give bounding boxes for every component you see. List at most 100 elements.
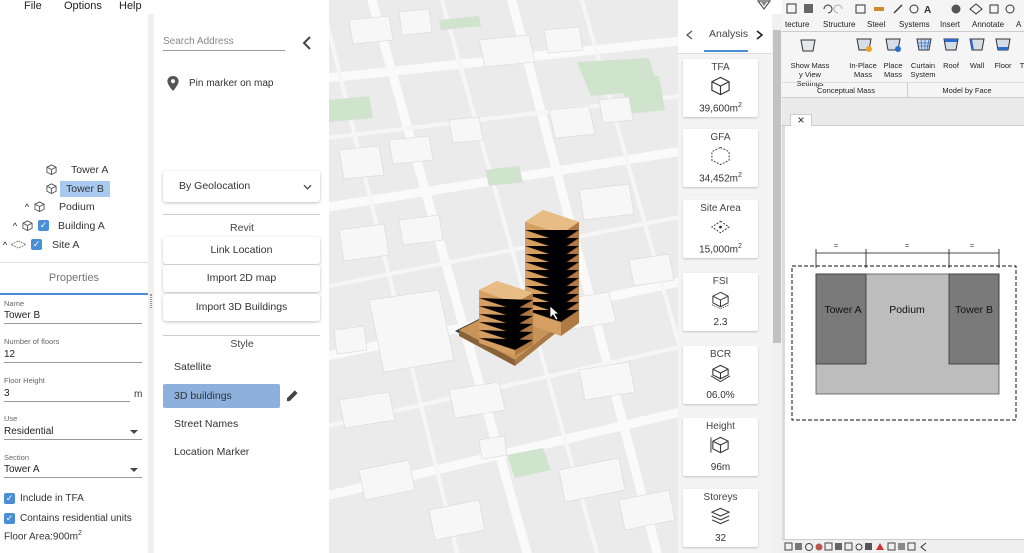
place-mass-button[interactable]: Place Mass bbox=[882, 61, 904, 79]
chevron-down-icon bbox=[130, 430, 138, 434]
revit-view-control-bar bbox=[782, 539, 1024, 553]
menu-file[interactable]: File bbox=[24, 0, 42, 12]
metric-title: TFA bbox=[711, 62, 730, 73]
pencil-icon[interactable] bbox=[286, 389, 299, 402]
wall-button[interactable]: Wall bbox=[965, 61, 989, 70]
menu-help[interactable]: Help bbox=[119, 0, 142, 12]
visibility-checkbox[interactable]: ✓ bbox=[38, 220, 49, 231]
map-canvas[interactable] bbox=[329, 0, 678, 553]
chevron-up-icon[interactable]: ^ bbox=[0, 240, 10, 250]
contains-res-row[interactable]: ✓ Contains residential units bbox=[4, 513, 132, 524]
map-3d-view[interactable] bbox=[329, 0, 678, 553]
tree-item-tower-a[interactable]: Tower A bbox=[46, 161, 108, 178]
analysis-scroll-thumb[interactable] bbox=[773, 30, 781, 343]
quick-access-toolbar-right[interactable] bbox=[950, 3, 1022, 15]
metric-title: GFA bbox=[710, 132, 731, 143]
tree-item-building-a[interactable]: ^ ✓ Building A bbox=[10, 217, 105, 234]
view-cube-icon[interactable] bbox=[757, 0, 771, 10]
visibility-checkbox[interactable]: ✓ bbox=[31, 239, 42, 250]
tab-annotate[interactable]: Annotate bbox=[972, 20, 1004, 29]
contains-res-checkbox[interactable]: ✓ bbox=[4, 513, 15, 524]
section-select[interactable]: Tower A bbox=[4, 464, 142, 478]
chevron-down-icon bbox=[130, 468, 138, 472]
chevron-right-icon[interactable] bbox=[756, 30, 763, 40]
revit-section-title: Revit bbox=[230, 222, 254, 234]
name-field[interactable]: Tower B bbox=[4, 310, 142, 324]
analysis-panel: Analysis TFA 39,600m2 GFA 34,452m2 Site … bbox=[678, 14, 772, 553]
chevron-left-icon[interactable] bbox=[301, 36, 313, 50]
metric-title: Storeys bbox=[703, 492, 738, 503]
tree-item-label: Podium bbox=[59, 200, 95, 213]
metric-value: 96m bbox=[710, 462, 731, 473]
menu-options[interactable]: Options bbox=[64, 0, 102, 12]
metric-card-height: Height 96m bbox=[683, 418, 758, 476]
divider bbox=[782, 82, 1024, 83]
chevron-up-icon[interactable]: ^ bbox=[10, 221, 20, 231]
tree-item-label: Tower A bbox=[71, 163, 109, 176]
metric-value: 32 bbox=[714, 533, 727, 544]
tab-architecture[interactable]: tecture bbox=[785, 20, 809, 29]
import-3d-buildings-button[interactable]: Import 3D Buildings bbox=[163, 294, 320, 321]
dimension-eq-2: = bbox=[905, 243, 910, 250]
tree-item-label: Site A bbox=[52, 238, 80, 251]
analysis-tab-bar: Analysis bbox=[678, 14, 772, 54]
model-by-face-group: Model by Face bbox=[942, 86, 992, 95]
quick-access-toolbar[interactable]: A bbox=[786, 3, 936, 15]
view-tab-bar: × bbox=[782, 98, 1024, 126]
curtain-system-button[interactable]: Curtain System bbox=[907, 61, 939, 79]
in-place-mass-button[interactable]: In-Place Mass bbox=[846, 61, 880, 79]
metric-value: 34,452m2 bbox=[699, 171, 742, 184]
floor-height-field[interactable]: 3 bbox=[4, 388, 130, 402]
style-3d-buildings[interactable]: 3D buildings bbox=[163, 384, 280, 408]
tree-item-podium[interactable]: ^ Podium bbox=[22, 198, 95, 215]
include-tfa-label: Include in TFA bbox=[20, 493, 84, 504]
chevron-up-icon[interactable]: ^ bbox=[22, 202, 32, 212]
tab-more[interactable]: A bbox=[1016, 20, 1021, 29]
metric-value: 15,000m2 bbox=[699, 242, 742, 255]
height-unit: m bbox=[134, 389, 143, 400]
name-label: Name bbox=[4, 299, 25, 308]
revit-ribbon: A tecture Structure Steel Systems Insert… bbox=[782, 0, 1024, 98]
include-tfa-checkbox[interactable]: ✓ bbox=[4, 493, 15, 504]
include-tfa-row[interactable]: ✓ Include in TFA bbox=[4, 493, 84, 504]
tab-systems[interactable]: Systems bbox=[899, 20, 930, 29]
metric-title: FSI bbox=[712, 276, 729, 287]
tab-insert[interactable]: Insert bbox=[940, 20, 960, 29]
metric-title: Height bbox=[706, 421, 735, 432]
properties-panel: Properties Name Tower B Number of floors… bbox=[0, 262, 148, 553]
show-mass-icon bbox=[800, 39, 816, 52]
link-location-button[interactable]: Link Location bbox=[163, 237, 320, 264]
use-value: Residential bbox=[4, 426, 54, 437]
floors-field[interactable]: 12 bbox=[4, 349, 142, 363]
tab-steel[interactable]: Steel bbox=[867, 20, 885, 29]
in-place-mass-icon bbox=[856, 38, 872, 52]
properties-tab[interactable]: Properties bbox=[0, 263, 148, 295]
tree-item-tower-b[interactable]: Tower B bbox=[46, 180, 110, 197]
more-button[interactable]: T bbox=[1018, 61, 1024, 70]
tree-item-site-a[interactable]: ^ ✓ Site A bbox=[0, 236, 80, 253]
search-address-input[interactable]: Search Address bbox=[163, 36, 285, 51]
curtain-system-icon bbox=[916, 38, 932, 51]
use-select[interactable]: Residential bbox=[4, 426, 142, 440]
style-street-names[interactable]: Street Names bbox=[163, 412, 280, 436]
close-view-button[interactable]: × bbox=[790, 114, 812, 126]
metric-card-gfa: GFA 34,452m2 bbox=[683, 129, 758, 187]
geolocation-select[interactable]: By Geolocation bbox=[163, 171, 320, 202]
import-2d-map-button[interactable]: Import 2D map bbox=[163, 265, 320, 292]
divider bbox=[163, 214, 320, 215]
style-location-marker[interactable]: Location Marker bbox=[163, 440, 280, 464]
style-satellite[interactable]: Satellite bbox=[163, 355, 280, 379]
pin-marker-label[interactable]: Pin marker on map bbox=[189, 78, 273, 89]
roof-button[interactable]: Roof bbox=[940, 61, 962, 70]
site-icon bbox=[10, 240, 27, 249]
revit-plan-view[interactable]: × Tower A Podium Tower B = = = bbox=[782, 98, 1024, 539]
tab-structure[interactable]: Structure bbox=[823, 20, 855, 29]
show-mass-button[interactable]: Show Mass y View Settings bbox=[787, 61, 833, 88]
chevron-left-icon[interactable] bbox=[686, 30, 693, 40]
floor-button[interactable]: Floor bbox=[991, 61, 1015, 70]
cube-outline-icon bbox=[711, 146, 730, 166]
style-section-title: Style bbox=[230, 338, 254, 350]
panel-splitter[interactable] bbox=[148, 14, 154, 553]
tab-analysis[interactable]: Analysis bbox=[709, 28, 748, 40]
view-controls-icons[interactable] bbox=[784, 542, 944, 552]
